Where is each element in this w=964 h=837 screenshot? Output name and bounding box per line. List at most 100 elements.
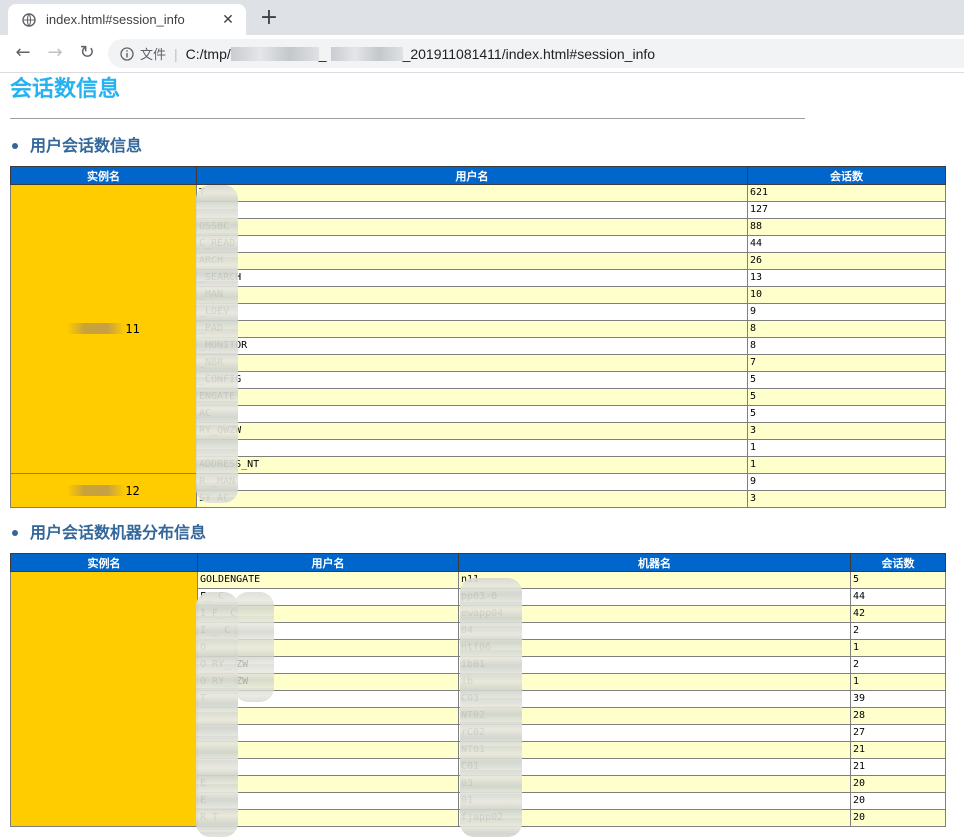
user-name-cell: _NBR bbox=[196, 354, 748, 372]
machine-name-cell: 04 bbox=[458, 622, 851, 640]
user-name-cell: E bbox=[197, 792, 459, 810]
column-header: 机器名 bbox=[458, 553, 851, 572]
table-header-row: 实例名 用户名 机器名 会话数 bbox=[10, 553, 946, 572]
user-name-cell: _PAD bbox=[196, 320, 748, 338]
machine-name-cell: C03 bbox=[458, 690, 851, 708]
session-count-cell: 5 bbox=[747, 371, 946, 389]
user-name-cell bbox=[196, 439, 748, 457]
back-button[interactable]: ← bbox=[10, 40, 36, 66]
session-count-cell: 8 bbox=[747, 320, 946, 338]
session-count-cell: 1 bbox=[850, 639, 946, 657]
session-count-cell: 88 bbox=[747, 218, 946, 236]
user-name-cell: I _ C bbox=[197, 622, 459, 640]
reload-button[interactable]: ↻ bbox=[74, 40, 100, 66]
session-count-cell: 9 bbox=[747, 473, 946, 491]
machine-name-cell: ewapp04 bbox=[458, 605, 851, 623]
globe-icon bbox=[22, 12, 36, 27]
machine-name-cell: ib01 bbox=[458, 656, 851, 674]
section-heading-machine-distribution: 用户会话数机器分布信息 bbox=[10, 522, 950, 544]
machine-name-cell: ntf06 bbox=[458, 639, 851, 657]
user-name-cell: _CONFIG bbox=[196, 371, 748, 389]
table-row: GOLDENGATE n11 5 bbox=[10, 571, 946, 827]
url-suffix: _201911081411/index.html#session_info bbox=[402, 45, 656, 62]
user-name-cell: O RY_ ZW bbox=[197, 656, 459, 674]
title-divider bbox=[10, 118, 805, 119]
user-name-cell: F_ C bbox=[197, 588, 459, 606]
user-name-cell: _MAN bbox=[196, 286, 748, 304]
bullet-icon bbox=[12, 143, 18, 149]
machine-name-cell: C01 bbox=[458, 758, 851, 776]
info-icon[interactable] bbox=[120, 46, 134, 61]
session-count-cell: 3 bbox=[747, 490, 946, 508]
session-count-cell: 5 bbox=[747, 388, 946, 406]
machine-name-cell: fjapp02 bbox=[458, 809, 851, 827]
machine-distribution-table: 实例名 用户名 机器名 会话数 GOLDENGATE n11 5 F_ Cpp03-0… bbox=[10, 553, 946, 827]
instance-cell bbox=[10, 571, 198, 827]
session-count-cell: 8 bbox=[747, 337, 946, 355]
session-count-cell: 1 bbox=[747, 456, 946, 474]
user-name-cell: T bbox=[196, 184, 748, 202]
session-count-cell: 3 bbox=[747, 422, 946, 440]
user-name-cell: T bbox=[197, 690, 459, 708]
session-count-cell: 21 bbox=[850, 758, 946, 776]
url-mid: _ bbox=[318, 45, 327, 62]
session-count-cell: 621 bbox=[747, 184, 946, 202]
machine-name-cell: 03 bbox=[458, 775, 851, 793]
user-name-cell bbox=[196, 201, 748, 219]
page-content: 会话数信息 用户会话数信息 实例名 用户名 会话数 11 T 621 127 OSSBC… bbox=[10, 72, 950, 827]
user-name-cell: _LDEV bbox=[196, 303, 748, 321]
user-name-cell: R T bbox=[197, 809, 459, 827]
user-name-cell: O bbox=[197, 639, 459, 657]
session-count-cell: 1 bbox=[850, 673, 946, 691]
session-count-cell: 1 bbox=[747, 439, 946, 457]
omnibox-divider: | bbox=[174, 45, 178, 62]
column-header: 实例名 bbox=[10, 553, 198, 572]
new-tab-button[interactable]: + bbox=[256, 6, 282, 32]
close-tab-icon[interactable]: ✕ bbox=[218, 12, 238, 28]
user-name-cell: ADDRESS_NT bbox=[196, 456, 748, 474]
session-count-cell: 39 bbox=[850, 690, 946, 708]
user-name-cell: RY_QWZW bbox=[196, 422, 748, 440]
user-name-cell: _MONITOR bbox=[196, 337, 748, 355]
user-name-cell bbox=[197, 724, 459, 742]
session-count-cell: 5 bbox=[850, 571, 946, 589]
browser-tab[interactable]: index.html#session_info ✕ bbox=[8, 4, 246, 35]
user-name-cell bbox=[197, 758, 459, 776]
session-count-cell: 20 bbox=[850, 809, 946, 827]
user-name-cell: GOLDENGATE bbox=[197, 571, 459, 589]
user-name-cell: E bbox=[197, 775, 459, 793]
machine-name-cell: 01 bbox=[458, 792, 851, 810]
user-name-cell bbox=[197, 741, 459, 759]
redacted-block bbox=[330, 46, 403, 61]
column-header: 用户名 bbox=[196, 166, 748, 185]
address-bar[interactable]: 文件 | C:/tmp/ _ _201911081411/index.html#se… bbox=[108, 39, 964, 68]
session-count-cell: 13 bbox=[747, 269, 946, 287]
machine-name-cell: NT01 bbox=[458, 741, 851, 759]
instance-name: 11 bbox=[125, 322, 140, 336]
user-name-cell: ENGATE bbox=[196, 388, 748, 406]
section-title: 用户会话数机器分布信息 bbox=[30, 523, 207, 542]
machine-name-cell: n11 bbox=[458, 571, 851, 589]
instance-name: 12 bbox=[125, 483, 140, 498]
user-name-cell: ARCH bbox=[196, 252, 748, 270]
session-count-cell: 42 bbox=[850, 605, 946, 623]
tab-strip: index.html#session_info ✕ + bbox=[0, 0, 964, 35]
user-name-cell: I F_ C bbox=[197, 605, 459, 623]
session-count-cell: 28 bbox=[850, 707, 946, 725]
session-count-cell: 20 bbox=[850, 775, 946, 793]
session-count-cell: 20 bbox=[850, 792, 946, 810]
user-name-cell: O RY_ ZW bbox=[197, 673, 459, 691]
redacted-block bbox=[67, 484, 126, 496]
session-count-cell: 10 bbox=[747, 286, 946, 304]
machine-name-cell: NT02 bbox=[458, 707, 851, 725]
user-name-cell bbox=[197, 707, 459, 725]
column-header: 会话数 bbox=[747, 166, 946, 185]
browser-toolbar: ← → ↻ 文件 | C:/tmp/ _ _201911081411/index.h… bbox=[0, 35, 964, 73]
session-count-cell: 9 bbox=[747, 303, 946, 321]
session-count-cell: 7 bbox=[747, 354, 946, 372]
section-heading-user-sessions: 用户会话数信息 bbox=[10, 135, 950, 157]
user-name-cell: OSSBC bbox=[196, 218, 748, 236]
forward-button[interactable]: → bbox=[42, 40, 68, 66]
user-name-cell: R _MAN bbox=[196, 473, 748, 491]
session-count-cell: 27 bbox=[850, 724, 946, 742]
